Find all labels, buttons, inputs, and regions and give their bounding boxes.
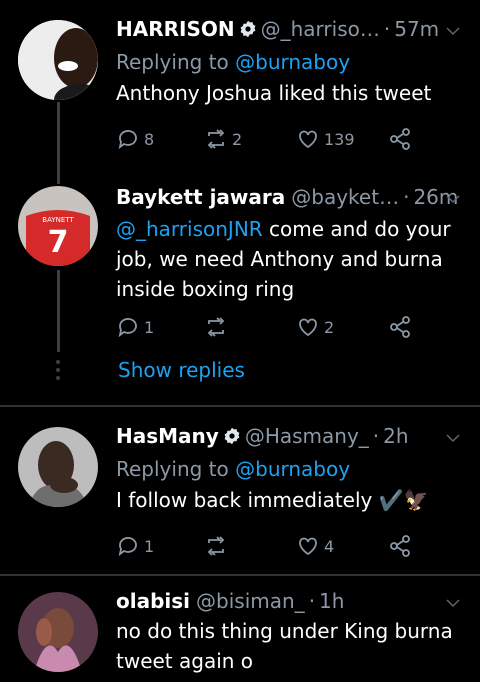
retweet-icon [207,129,225,149]
tweet-text: @_harrisonJNR come and do your job, we n… [116,214,466,304]
thread-line [57,180,60,184]
show-replies-link[interactable]: Show replies [118,358,245,382]
separator-dot: · [308,589,316,613]
reply-icon [118,318,137,338]
reply-icon [118,537,137,557]
avatar-photo [18,20,98,100]
avatar[interactable] [18,20,98,100]
tweet-harrison[interactable]: HARRISON @_harriso… · 57m Replying to @b… [0,0,480,180]
handle[interactable]: @_harriso… [261,16,380,42]
tweet-olabisi[interactable]: olabisi @bisiman_ · 1h no do this thing … [0,576,480,682]
tweet-text-part: job, we need Anthony and burna inside bo… [116,247,443,301]
timestamp[interactable]: 57m [394,16,439,42]
chevron-down-icon[interactable] [444,190,462,208]
share-button[interactable] [388,312,412,342]
retweet-icon [207,536,225,556]
chevron-down-icon[interactable] [444,429,462,447]
display-name[interactable]: HARRISON [116,16,235,42]
mention-link[interactable]: @burnaboy [235,50,350,74]
jersey-name: BAYNETT [42,216,74,224]
reply-count: 1 [144,536,155,556]
chevron-down-icon[interactable] [444,22,462,40]
tweet-text: I follow back immediately ✔️🦅 [116,488,429,512]
avatar[interactable] [18,427,98,507]
show-replies-row[interactable]: Show replies [0,352,480,396]
replying-label: Replying to [116,50,229,74]
share-icon [390,316,410,338]
verified-badge-icon [240,20,256,38]
chevron-down-icon[interactable] [444,594,462,612]
thread-dots [56,360,60,384]
tweet-text: Anthony Joshua liked this tweet [116,81,432,105]
tweet-baykett[interactable]: BAYNETT 7 Baykett jawara @bayket… · 26m … [0,180,480,352]
display-name[interactable]: olabisi [116,588,190,614]
heart-icon [299,537,317,556]
tweet-hasmany[interactable]: HasMany @Hasmany_ · 2h Replying to @burn… [0,407,480,575]
thread-line [57,270,60,352]
reply-icon [118,130,137,150]
share-button[interactable] [388,124,412,154]
thread-line [57,102,60,180]
display-name[interactable]: Baykett jawara [116,184,285,210]
separator-dot: · [403,185,410,209]
share-button[interactable] [388,531,412,561]
reply-button[interactable]: 8 [116,124,154,154]
separator-dot: · [372,424,380,448]
reply-count: 1 [144,317,155,337]
retweet-count: 2 [232,129,243,149]
avatar-photo: BAYNETT 7 [18,186,98,266]
mention-link[interactable]: @_harrisonJNR [116,217,263,241]
handle[interactable]: @bayket… [291,184,399,210]
display-name[interactable]: HasMany [116,423,219,449]
retweet-icon [207,317,225,337]
handle[interactable]: @Hasmany_ [245,423,369,449]
like-count: 2 [324,317,335,337]
jersey-number: 7 [48,225,69,260]
avatar-photo [18,592,98,672]
share-icon [390,128,410,150]
avatar-photo [18,427,98,507]
like-button[interactable]: 4 [296,531,334,561]
retweet-button[interactable]: 2 [204,124,242,154]
retweet-button[interactable] [204,531,232,561]
heart-icon [299,318,317,337]
replying-to: Replying to @burnaboy [116,455,466,483]
separator-dot: · [383,17,391,41]
avatar[interactable] [18,592,98,672]
share-icon [390,535,410,557]
handle[interactable]: @bisiman_ [196,588,305,614]
reply-button[interactable]: 1 [116,312,154,342]
heart-icon [299,130,317,149]
verified-badge-icon [224,427,240,445]
timestamp[interactable]: 1h [319,588,344,614]
mention-link[interactable]: @burnaboy [235,457,350,481]
replying-label: Replying to [116,457,229,481]
reply-button[interactable]: 1 [116,531,154,561]
tweet-text: no do this thing under King burna tweet … [116,619,453,673]
reply-count: 8 [144,129,155,149]
like-button[interactable]: 2 [296,312,334,342]
avatar[interactable]: BAYNETT 7 [18,186,98,266]
like-button[interactable]: 139 [296,124,355,154]
like-count: 4 [324,536,335,556]
replying-to: Replying to @burnaboy [116,48,466,76]
timestamp[interactable]: 2h [383,423,408,449]
like-count: 139 [324,129,355,149]
retweet-button[interactable] [204,312,232,342]
tweet-text-part: come and do your [262,217,451,241]
